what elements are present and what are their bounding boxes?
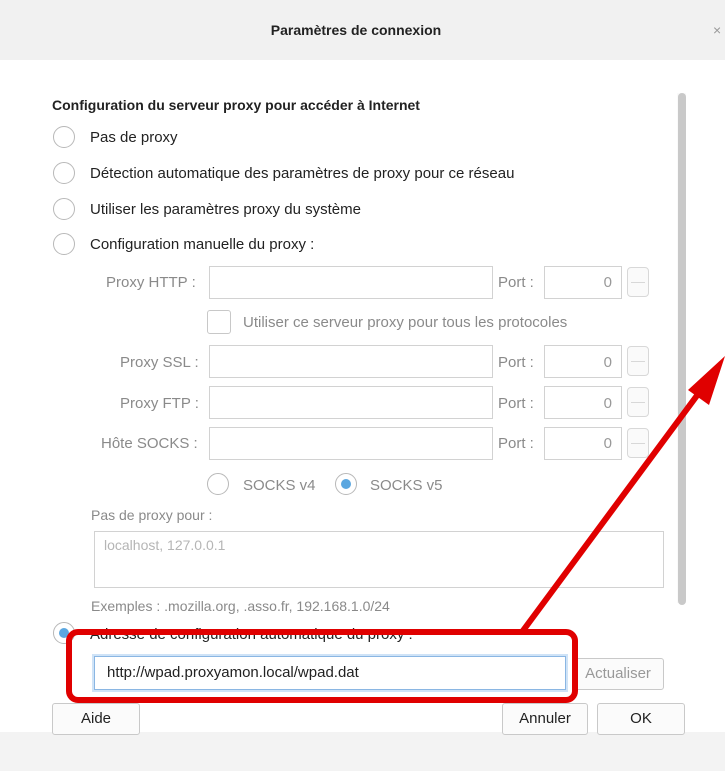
cancel-button[interactable]: Annuler bbox=[502, 703, 588, 735]
ok-button[interactable]: OK bbox=[597, 703, 685, 735]
help-button[interactable]: Aide bbox=[52, 703, 140, 735]
annotation-arrow bbox=[519, 356, 725, 635]
arrow-shaft bbox=[519, 379, 710, 635]
